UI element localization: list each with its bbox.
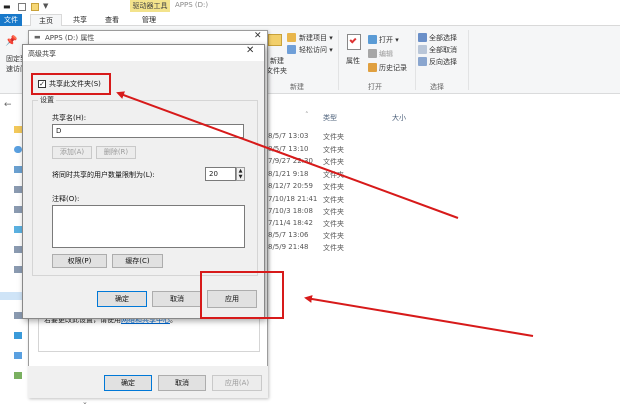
annotation-arrows — [116, 91, 534, 337]
annotation-arrow-to-apply — [304, 295, 534, 337]
annotation-arrow-to-checkbox — [116, 91, 459, 219]
